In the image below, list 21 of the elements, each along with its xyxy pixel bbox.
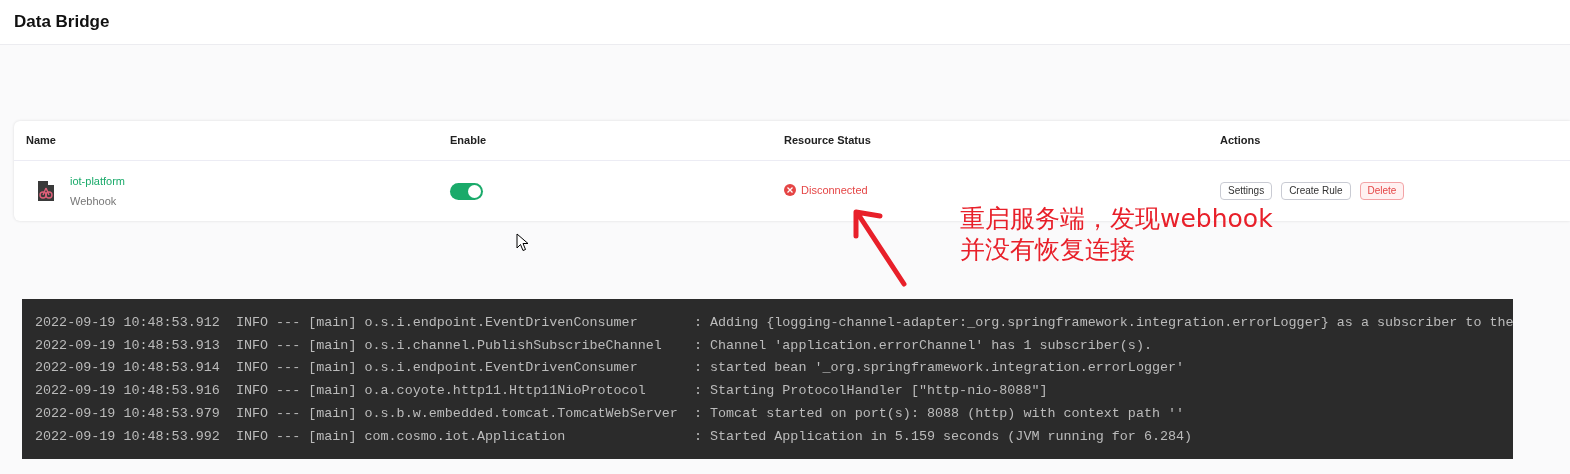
log-line: 2022-09-19 10:48:53.916 INFO --- [main] o.a.coyote.http11.Http11NioProtocol : Starting ProtocolHandler ["http-nio-8088"] [35, 382, 1049, 401]
cursor-icon [516, 233, 529, 252]
log-line: 2022-09-19 10:48:53.992 INFO --- [main] com.cosmo.iot.Application : Started Application in 5.159 seconds (JVM running for 6.284) [35, 427, 1194, 446]
column-header: Resource Status [784, 134, 871, 147]
enable-toggle[interactable] [450, 182, 483, 200]
page-title: Data Bridge [14, 11, 110, 34]
log-line: 2022-09-19 10:48:53.914 INFO --- [main] o.s.i.endpoint.EventDrivenConsumer : started bean '_org.springframework.integration.errorLogger' [35, 359, 1186, 378]
column-header: Name [26, 134, 56, 147]
error-icon [784, 184, 796, 196]
log-line: 2022-09-19 10:48:53.979 INFO --- [main] o.s.b.w.embedded.tomcat.TomcatWebServer : Tomcat started on port(s): 8088 (http) with context path '' [35, 404, 1186, 423]
action-button[interactable]: Settings [1220, 182, 1273, 200]
webhook-icon [38, 181, 54, 201]
column-header: Actions [1220, 134, 1261, 147]
delete-button[interactable]: Delete [1359, 182, 1405, 200]
log-line: 2022-09-19 10:48:53.913 INFO --- [main] o.s.i.channel.PublishSubscribeChannel : Channel 'application.errorChannel' has 1 subscriber(s). [35, 336, 1153, 355]
annotation-text: 重启服务端，发现webhook 并没有恢复连接 [960, 203, 1273, 265]
status-label: Disconnected [801, 182, 868, 198]
log-line: 2022-09-19 10:48:53.912 INFO --- [main] o.s.i.endpoint.EventDrivenConsumer : Adding {logging-channel-adapter:_org.springframework.integration.errorLogger} as a subscriber to the [35, 314, 1513, 332]
bridge-type: Webhook [70, 193, 118, 209]
column-header: Enable [450, 134, 487, 147]
action-button[interactable]: Create Rule [1281, 182, 1351, 200]
